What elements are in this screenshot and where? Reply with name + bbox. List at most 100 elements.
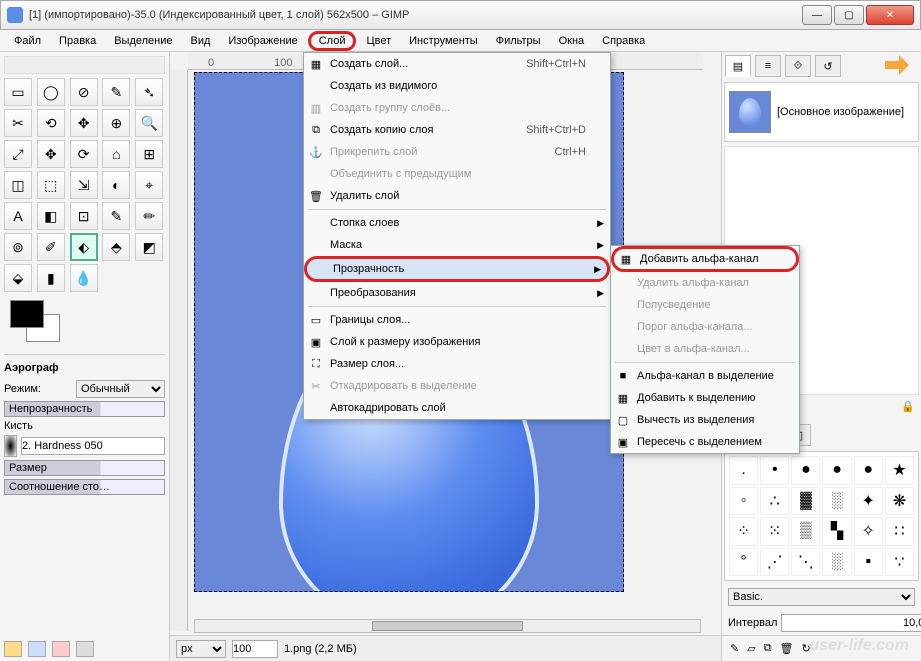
lock-icon[interactable]: 🔒 [901,400,915,418]
tool-2[interactable]: ⊘ [70,78,98,106]
brush-grid[interactable]: .•●●●★◦∴▓░✦❋⁘⁙▒▚✧∷°⋰⋱░▪∵ [724,451,919,581]
menu-изображение[interactable]: Изображение [220,32,305,50]
color-swatches[interactable] [4,300,165,350]
edit-brush-icon[interactable]: ✎ [730,642,739,655]
brush-item[interactable]: • [760,456,789,485]
menu-item[interactable]: 🗑Удалить слой [304,185,610,207]
brush-item[interactable]: ▚ [822,517,851,546]
brush-item[interactable]: ° [729,548,758,577]
tool-29[interactable]: ◩ [135,233,163,261]
duplicate-brush-icon[interactable]: ⧉ [764,642,772,655]
menu-item[interactable]: ▢Вычесть из выделения [611,409,799,431]
brush-item[interactable]: ● [791,456,820,485]
tool-24[interactable]: ✏ [135,202,163,230]
tool-28[interactable]: ⬘ [102,233,130,261]
brush-item[interactable]: ✦ [854,487,883,516]
brush-item[interactable]: ● [854,456,883,485]
menu-item[interactable]: ▦Добавить альфа-канал [611,246,799,272]
brush-item[interactable]: ▪ [854,548,883,577]
brush-item[interactable]: ∷ [885,517,914,546]
tool-15[interactable]: ◫ [4,171,32,199]
brush-item[interactable]: ⁘ [729,517,758,546]
brush-item[interactable]: ◦ [729,487,758,516]
brush-item[interactable]: ∵ [885,548,914,577]
ratio-slider[interactable]: Соотношение сто… [4,479,165,495]
tool-18[interactable]: ◐ [102,171,130,199]
tool-9[interactable]: 🔍 [135,109,163,137]
menu-item[interactable]: Преобразования▶ [304,282,610,304]
menu-слой[interactable]: Слой [308,31,357,51]
menu-item[interactable]: ▣Слой к размеру изображения [304,331,610,353]
maximize-button[interactable]: ▢ [834,5,864,25]
menu-item[interactable]: ⛶Размер слоя... [304,353,610,375]
tool-4[interactable]: ➴ [135,78,163,106]
options-save-icon[interactable] [4,641,22,657]
minimize-button[interactable]: — [802,5,832,25]
tool-20[interactable]: A [4,202,32,230]
menu-item[interactable]: Прозрачность▶ [304,256,610,282]
tool-14[interactable]: ⊞ [135,140,163,168]
tool-7[interactable]: ✥ [70,109,98,137]
tool-27[interactable]: ⬖ [70,233,98,261]
undo-tab[interactable]: ↺ [815,55,841,77]
brush-item[interactable]: ❋ [885,487,914,516]
brush-item[interactable]: ⁙ [760,517,789,546]
brush-name[interactable] [21,437,165,455]
menu-файл[interactable]: Файл [6,32,49,50]
options-restore-icon[interactable] [28,641,46,657]
menu-окна[interactable]: Окна [551,32,593,50]
fg-color[interactable] [10,300,44,328]
menu-item[interactable]: ▦Создать слой...Shift+Ctrl+N [304,53,610,75]
tool-32[interactable]: 💧 [70,264,98,292]
menu-правка[interactable]: Правка [51,32,104,50]
scrollbar-horizontal[interactable] [194,619,701,633]
new-brush-icon[interactable]: ▱ [747,642,755,655]
tool-22[interactable]: ⊡ [70,202,98,230]
tool-13[interactable]: ⌂ [102,140,130,168]
menu-item[interactable]: ⧉Создать копию слояShift+Ctrl+D [304,119,610,141]
tool-31[interactable]: ▮ [37,264,65,292]
tool-25[interactable]: ⊚ [4,233,32,261]
zoom-input[interactable] [232,640,278,658]
tool-19[interactable]: ⌖ [135,171,163,199]
brush-item[interactable]: ∴ [760,487,789,516]
menu-фильтры[interactable]: Фильтры [488,32,549,50]
brush-preview[interactable] [4,435,17,457]
layer-row[interactable]: [Основное изображение] [724,82,919,142]
unit-select[interactable]: px [176,640,226,658]
brush-item[interactable]: ★ [885,456,914,485]
brush-preset-select[interactable]: Basic. [728,588,915,606]
menu-item[interactable]: Маска▶ [304,234,610,256]
paths-tab[interactable]: ⟐ [785,55,811,77]
interval-input[interactable] [781,614,921,632]
tool-30[interactable]: ⬙ [4,264,32,292]
mode-select[interactable]: Обычный [76,380,165,398]
brush-item[interactable]: ● [822,456,851,485]
tool-16[interactable]: ⬚ [37,171,65,199]
tool-23[interactable]: ✎ [102,202,130,230]
menu-справка[interactable]: Справка [594,32,653,50]
options-reset-icon[interactable] [76,641,94,657]
brush-item[interactable]: ░ [822,487,851,516]
tool-10[interactable]: ⤢ [4,140,32,168]
toolbox-overflow[interactable] [4,56,165,74]
menu-item[interactable]: Создать из видимого [304,75,610,97]
menu-выделение[interactable]: Выделение [106,32,180,50]
brush-item[interactable]: ✧ [854,517,883,546]
brush-item[interactable]: ▓ [791,487,820,516]
tool-0[interactable]: ▭ [4,78,32,106]
brush-item[interactable]: ░ [822,548,851,577]
close-button[interactable]: ✕ [866,5,914,25]
tool-1[interactable]: ◯ [37,78,65,106]
tool-6[interactable]: ⟲ [37,109,65,137]
opacity-slider[interactable]: Непрозрачность [4,401,165,417]
tool-12[interactable]: ⟳ [70,140,98,168]
tool-17[interactable]: ⇲ [70,171,98,199]
menu-item[interactable]: ▭Границы слоя... [304,309,610,331]
tool-8[interactable]: ⊕ [102,109,130,137]
size-slider[interactable]: Размер [4,460,165,476]
tool-11[interactable]: ✥ [37,140,65,168]
delete-brush-icon[interactable]: 🗑 [780,642,794,655]
options-delete-icon[interactable] [52,641,70,657]
brush-item[interactable]: ⋱ [791,548,820,577]
